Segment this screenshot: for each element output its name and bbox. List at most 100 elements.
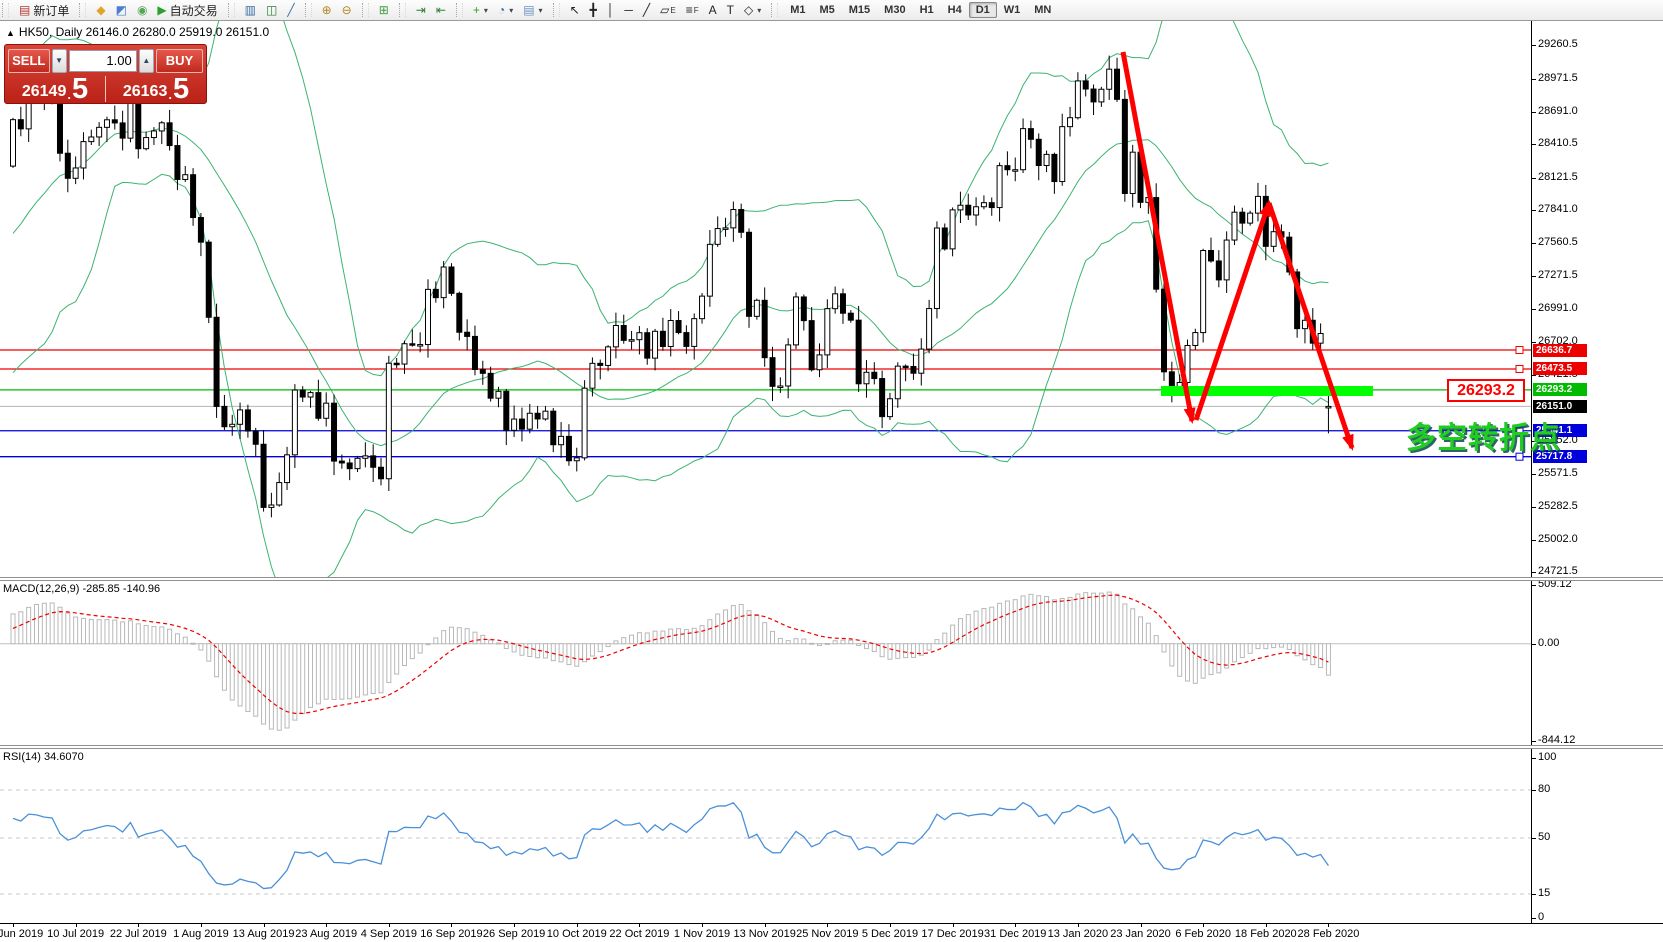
timeframe-mn-label: MN: [1034, 4, 1052, 16]
crosshair-icon[interactable]: ╋: [585, 1, 602, 19]
zoom-in-icon[interactable]: ⊕: [317, 1, 337, 19]
timeframe-w1[interactable]: W1: [997, 2, 1028, 18]
text-label-icon[interactable]: T: [722, 1, 739, 19]
price-tag-annotation[interactable]: 26293.2: [1447, 379, 1525, 402]
trend-arrow[interactable]: [1120, 51, 1196, 424]
bollinger-lower[interactable]: [12, 173, 1329, 603]
date-label: 5 Dec 2019: [861, 928, 919, 940]
toolbar-grip[interactable]: [552, 3, 560, 17]
metaeditor-icon[interactable]: ◆: [91, 1, 110, 19]
volume-input[interactable]: [68, 49, 137, 72]
toolbar-grip[interactable]: [227, 3, 235, 17]
candle-body: [291, 389, 298, 456]
bar-chart-icon[interactable]: ▥: [240, 1, 261, 19]
toolbar-grip[interactable]: [79, 3, 87, 17]
candle-body: [722, 227, 729, 230]
periods-icon[interactable]: ◔ ▾: [493, 1, 518, 19]
macd-bar: [65, 612, 71, 645]
text-icon[interactable]: A: [704, 1, 722, 19]
turning-point-annotation[interactable]: 多空转折点: [1406, 413, 1561, 457]
candle-body: [471, 335, 478, 371]
auto-trading-button[interactable]: ▶ 自动交易: [152, 0, 222, 21]
candle-body: [244, 409, 251, 432]
fibonacci-icon: ≡: [685, 3, 693, 17]
line-chart-icon[interactable]: ╱: [282, 1, 299, 19]
timeframe-d1[interactable]: D1: [968, 2, 997, 18]
timeframe-h4[interactable]: H4: [941, 2, 969, 18]
cursor-icon[interactable]: ↖: [565, 1, 585, 19]
candle-body: [56, 101, 63, 154]
volume-up-button[interactable]: ▲: [138, 48, 154, 73]
macd-splitter[interactable]: [0, 577, 1663, 581]
toolbar-grip[interactable]: [455, 3, 463, 17]
channel-icon[interactable]: ▱ E: [655, 1, 681, 19]
toolbar-grip[interactable]: [2, 3, 9, 17]
buy-price-dot: .: [168, 87, 172, 102]
toolbar-grip[interactable]: [771, 3, 779, 17]
fibonacci-icon[interactable]: ≡ F: [681, 1, 704, 19]
timeframe-h1[interactable]: H1: [913, 2, 941, 18]
rsi-tick-label: 100: [1538, 751, 1557, 763]
trend-arrow[interactable]: [1266, 202, 1355, 451]
toolbar-grip[interactable]: [361, 3, 369, 17]
candle-body: [558, 435, 565, 446]
date-axis[interactable]: 27 Jun 201910 Jul 2019 22 Jul 2019 1 Aug 2…: [0, 923, 1663, 942]
candle-body: [346, 462, 353, 470]
candle-body: [589, 362, 596, 389]
indicators-icon[interactable]: + ▾: [468, 1, 493, 19]
hline-handle[interactable]: [1515, 346, 1524, 355]
macd-bar: [1028, 593, 1034, 645]
macd-bar: [229, 643, 235, 701]
vertical-line-icon[interactable]: │: [602, 1, 620, 19]
timeframe-m5[interactable]: M5: [812, 2, 841, 18]
candle-body: [440, 266, 447, 299]
price-axis[interactable]: 29260.5 28971.5 28691.0 28410.5 28121.5 27841…: [1531, 21, 1663, 923]
macd-bar: [1271, 643, 1277, 649]
support-zone-box[interactable]: [1161, 386, 1373, 396]
date-label: 31 Dec 2019: [984, 928, 1047, 940]
macd-bar: [284, 643, 290, 729]
buy-button[interactable]: BUY: [155, 48, 204, 73]
price-tick-label: 27560.5: [1538, 235, 1578, 248]
trendline-icon[interactable]: ╱: [638, 1, 655, 19]
macd-bar: [589, 643, 595, 657]
hline-handle[interactable]: [1515, 364, 1524, 373]
horizontal-line-icon[interactable]: ─: [619, 1, 638, 19]
auto-scroll-icon: ⇥: [415, 3, 426, 17]
new-order-button[interactable]: ▤ 新订单: [14, 0, 74, 21]
timeframe-m15[interactable]: M15: [842, 2, 877, 18]
timeframe-mn[interactable]: MN: [1027, 2, 1058, 18]
sell-price[interactable]: 26149 . 5: [5, 75, 105, 104]
signals-icon[interactable]: ◉: [132, 1, 152, 19]
metaeditor-icon: ◆: [96, 3, 106, 17]
toolbar-grip[interactable]: [304, 3, 312, 17]
auto-scroll-icon[interactable]: ⇥: [411, 1, 431, 19]
timeframe-m1[interactable]: M1: [783, 2, 812, 18]
toolbar-grip[interactable]: [398, 3, 406, 17]
date-tick: [952, 924, 954, 927]
candle-chart-icon[interactable]: ◫: [261, 1, 282, 19]
chart-canvas[interactable]: [0, 21, 1531, 923]
macd-bar: [268, 643, 274, 730]
candle-body: [652, 330, 659, 359]
arrows-icon[interactable]: ◇ ▾: [739, 1, 766, 19]
candle-body: [636, 332, 643, 341]
date-label: 18 Feb 2020: [1234, 928, 1297, 940]
hline-price-label: 26293.2: [1533, 383, 1587, 397]
price-tick-dash: [1532, 539, 1536, 541]
candle-body: [871, 371, 878, 380]
buy-price[interactable]: 26163 . 5: [106, 75, 206, 104]
volume-down-button[interactable]: ▼: [51, 48, 67, 73]
candle-body: [174, 145, 181, 180]
templates-icon[interactable]: ▤ ▾: [518, 1, 547, 19]
macd-bar: [926, 643, 932, 651]
community-icon[interactable]: ◩: [111, 1, 132, 19]
macd-bar: [151, 626, 157, 645]
zoom-out-icon[interactable]: ⊖: [337, 1, 357, 19]
rsi-splitter[interactable]: [0, 745, 1663, 749]
macd-bar: [1310, 643, 1316, 666]
chart-shift-icon[interactable]: ⇤: [431, 1, 451, 19]
tile-windows-icon[interactable]: ⊞: [374, 1, 394, 19]
sell-button[interactable]: SELL: [8, 48, 50, 73]
timeframe-m30[interactable]: M30: [877, 2, 912, 18]
